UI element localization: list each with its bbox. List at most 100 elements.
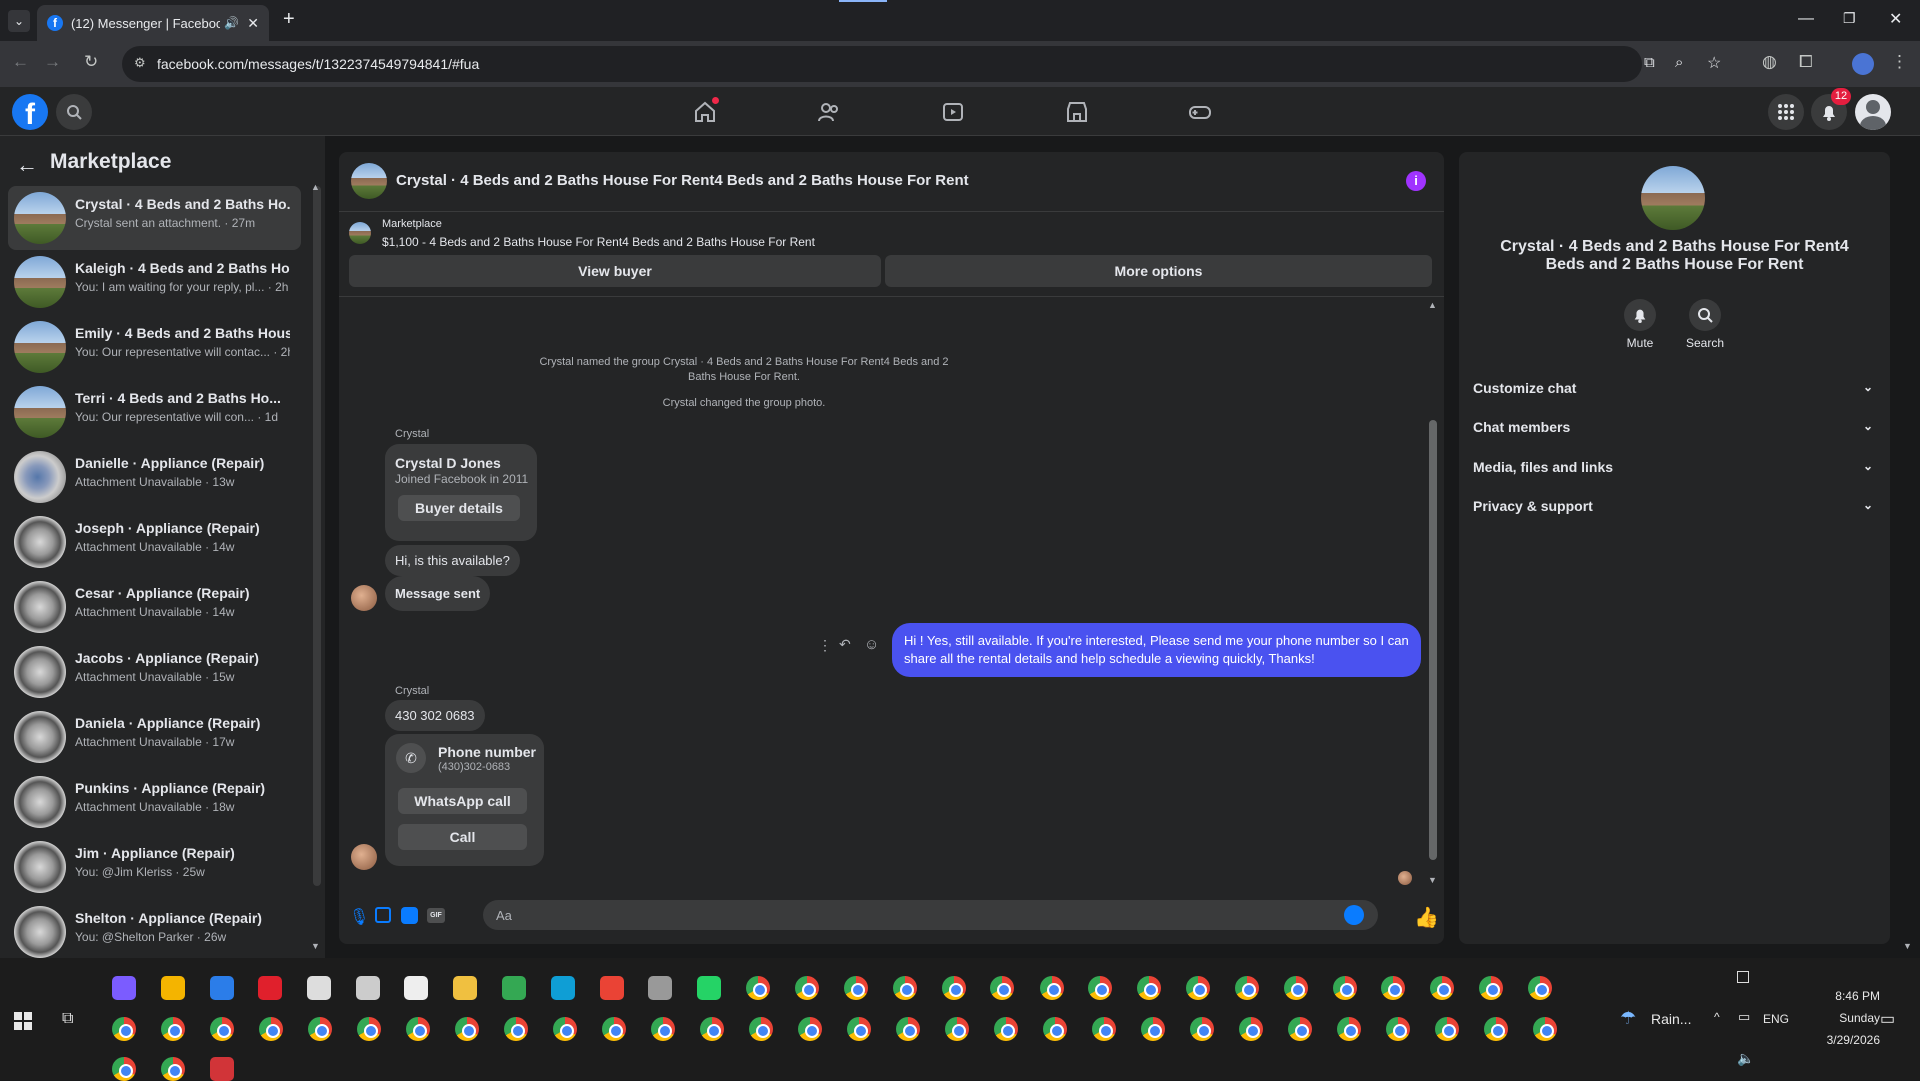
windows-start-icon[interactable] — [14, 1012, 32, 1030]
tray-chevron-icon[interactable]: ^ — [1714, 1010, 1720, 1024]
listing-text[interactable]: $1,100 - 4 Beds and 2 Baths House For Re… — [382, 235, 815, 249]
section-privacy-support[interactable]: Privacy & support ⌄ — [1473, 498, 1873, 514]
section-media-files-links[interactable]: Media, files and links ⌄ — [1473, 459, 1873, 475]
taskbar-app-icon[interactable] — [1533, 1017, 1557, 1041]
sidebar-scrollbar[interactable] — [313, 186, 321, 886]
details-avatar[interactable] — [1641, 166, 1705, 230]
thumbs-up-icon[interactable]: 👍 — [1414, 905, 1439, 930]
taskbar-app-icon[interactable] — [1386, 1017, 1410, 1041]
taskbar-app-icon[interactable] — [1479, 976, 1503, 1000]
taskbar-app-icon[interactable] — [602, 1017, 626, 1041]
taskbar-app-icon[interactable] — [1137, 976, 1161, 1000]
taskbar-app-icon[interactable] — [502, 976, 526, 1000]
taskbar-app-icon[interactable] — [1235, 976, 1259, 1000]
gif-icon[interactable]: GIF — [427, 908, 445, 923]
taskbar-app-icon[interactable] — [210, 1057, 234, 1081]
taskbar-app-icon[interactable] — [651, 1017, 675, 1041]
scroll-down-icon[interactable]: ▼ — [311, 941, 320, 951]
message-input[interactable]: Aa — [483, 900, 1378, 930]
conversation-item[interactable]: Jacobs · Appliance (Repair) Attachment Un… — [8, 640, 301, 704]
account-avatar[interactable] — [1855, 94, 1891, 130]
taskbar-app-icon[interactable] — [749, 1017, 773, 1041]
info-icon[interactable]: i — [1406, 171, 1426, 191]
sticker-icon[interactable] — [401, 907, 418, 924]
chat-scrollbar[interactable] — [1429, 420, 1437, 860]
nav-friends[interactable] — [814, 97, 844, 127]
taskbar-app-icon[interactable] — [893, 976, 917, 1000]
taskbar-app-icon[interactable] — [600, 976, 624, 1000]
language-indicator[interactable]: ENG — [1763, 1012, 1789, 1026]
notification-center-icon[interactable]: ▭ — [1880, 1009, 1895, 1029]
taskbar-app-icon[interactable] — [161, 976, 185, 1000]
taskbar-app-icon[interactable] — [844, 976, 868, 1000]
crystal-avatar[interactable] — [351, 585, 377, 611]
nav-video[interactable] — [938, 97, 968, 127]
address-bar[interactable]: ⚙ facebook.com/messages/t/13223745497948… — [122, 46, 1721, 82]
taskbar-app-icon[interactable] — [161, 1017, 185, 1041]
taskbar-app-icon[interactable] — [453, 976, 477, 1000]
taskbar-app-icon[interactable] — [357, 1017, 381, 1041]
taskbar-app-icon[interactable] — [258, 976, 282, 1000]
taskbar-app-icon[interactable] — [1088, 976, 1112, 1000]
clock-time[interactable]: 8:46 PM — [1800, 989, 1880, 1003]
nav-gaming[interactable] — [1185, 97, 1215, 127]
task-view-icon[interactable]: ⧉ — [62, 1010, 73, 1028]
taskbar-app-icon[interactable] — [697, 976, 721, 1000]
bookmark-star-icon[interactable]: ☆ — [1707, 53, 1721, 73]
taskbar-app-icon[interactable] — [746, 976, 770, 1000]
site-info-icon[interactable]: ⚙ — [134, 55, 146, 71]
fb-search-button[interactable] — [56, 94, 92, 130]
taskbar-app-icon[interactable] — [945, 1017, 969, 1041]
volume-icon[interactable]: 🔈 — [1737, 1050, 1754, 1067]
weather-icon[interactable]: ☂ — [1620, 1008, 1636, 1029]
conversation-item[interactable]: Danielle · Appliance (Repair) Attachment … — [8, 445, 301, 509]
taskbar-app-icon[interactable] — [1092, 1017, 1116, 1041]
taskbar-app-icon[interactable] — [1333, 976, 1357, 1000]
emoji-icon[interactable] — [1344, 905, 1364, 925]
microphone-icon[interactable]: 🎙 — [349, 907, 369, 927]
profile-avatar[interactable] — [1852, 53, 1874, 75]
install-app-icon[interactable]: ⧉ — [1644, 54, 1655, 71]
zoom-icon[interactable]: ⌕ — [1675, 54, 1683, 71]
whatsapp-call-button[interactable]: WhatsApp call — [398, 788, 527, 814]
speaker-icon[interactable]: 🔊 — [224, 16, 239, 30]
tab-close-icon[interactable]: ✕ — [247, 15, 259, 32]
taskbar-app-icon[interactable] — [990, 976, 1014, 1000]
taskbar-app-icon[interactable] — [1239, 1017, 1263, 1041]
taskbar-app-icon[interactable] — [259, 1017, 283, 1041]
taskbar-app-icon[interactable] — [112, 976, 136, 1000]
taskbar-app-icon[interactable] — [112, 1017, 136, 1041]
back-icon[interactable]: ← — [12, 52, 29, 72]
taskbar-app-icon[interactable] — [455, 1017, 479, 1041]
view-buyer-button[interactable]: View buyer — [349, 255, 881, 287]
window-close-icon[interactable]: ✕ — [1889, 9, 1902, 29]
conversation-item[interactable]: Jim · Appliance (Repair) You: @Jim Kleris… — [8, 835, 301, 899]
section-chat-members[interactable]: Chat members ⌄ — [1473, 419, 1873, 435]
search-button[interactable] — [1689, 299, 1721, 331]
taskbar-app-icon[interactable] — [406, 1017, 430, 1041]
reload-icon[interactable]: ↻ — [84, 52, 98, 72]
restore-icon[interactable]: ❐ — [1843, 10, 1856, 27]
clock-day[interactable]: Sunday — [1800, 1011, 1880, 1025]
nav-home[interactable] — [690, 97, 720, 127]
taskbar-app-icon[interactable] — [1288, 1017, 1312, 1041]
taskbar-app-icon[interactable] — [994, 1017, 1018, 1041]
taskbar-app-icon[interactable] — [404, 976, 428, 1000]
taskbar-app-icon[interactable] — [798, 1017, 822, 1041]
conversation-item[interactable]: Cesar · Appliance (Repair) Attachment Una… — [8, 575, 301, 639]
conversation-item[interactable]: Joseph · Appliance (Repair) Attachment Un… — [8, 510, 301, 574]
chat-scroll-up-icon[interactable]: ▲ — [1428, 300, 1437, 310]
taskbar-app-icon[interactable] — [1043, 1017, 1067, 1041]
react-icon[interactable]: ☺ — [864, 636, 879, 653]
conversation-item[interactable]: Punkins · Appliance (Repair) Attachment U… — [8, 770, 301, 834]
conversation-item[interactable]: Emily · 4 Beds and 2 Baths Hous... You: O… — [8, 315, 301, 379]
notifications-button[interactable]: 12 — [1811, 88, 1851, 130]
back-arrow-icon[interactable]: ← — [16, 152, 38, 178]
facebook-logo[interactable]: f — [12, 94, 48, 131]
taskbar-app-icon[interactable] — [112, 1057, 136, 1081]
attach-photo-icon[interactable] — [375, 907, 391, 923]
taskbar-app-icon[interactable] — [1337, 1017, 1361, 1041]
conversation-item[interactable]: Crystal · 4 Beds and 2 Baths Ho... Crysta… — [8, 186, 301, 250]
taskbar-app-icon[interactable] — [896, 1017, 920, 1041]
translate-icon[interactable]: ◍ — [1762, 52, 1777, 72]
